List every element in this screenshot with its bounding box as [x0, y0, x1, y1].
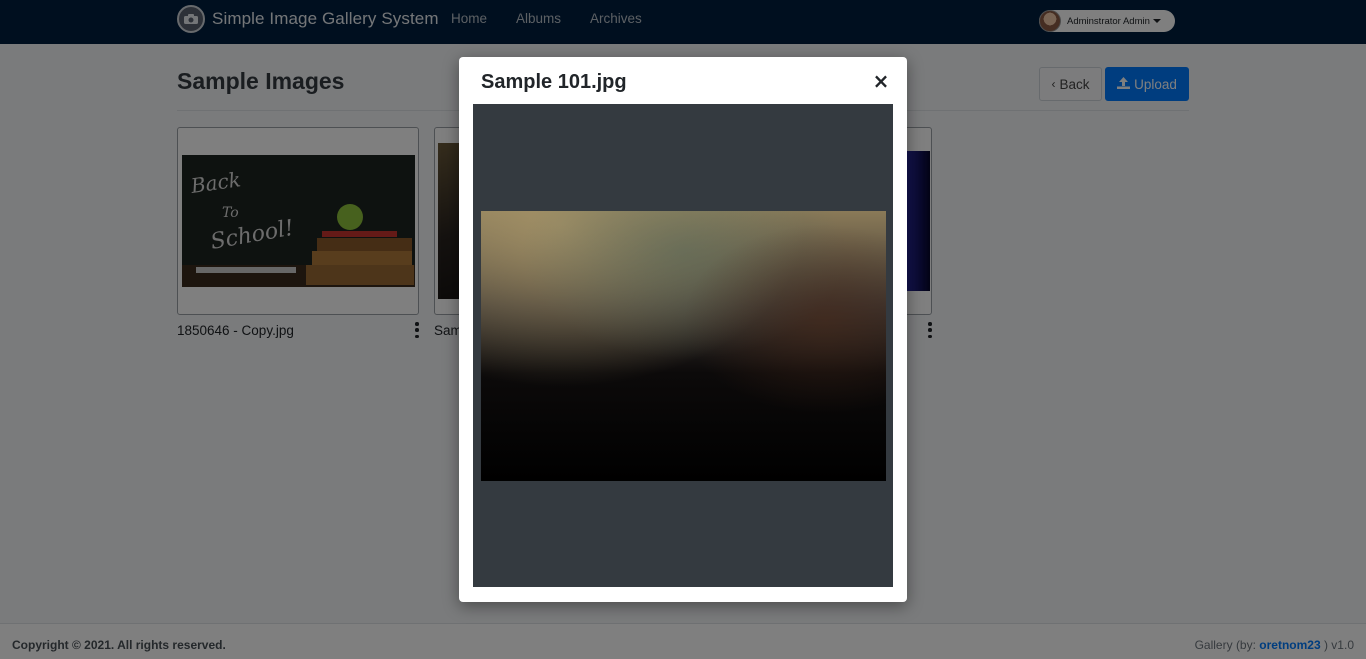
preview-image [481, 211, 886, 481]
close-icon[interactable]: × [871, 69, 891, 93]
modal-body [473, 104, 893, 587]
modal-title: Sample 101.jpg [481, 71, 627, 93]
image-preview-modal: Sample 101.jpg × [459, 57, 907, 602]
